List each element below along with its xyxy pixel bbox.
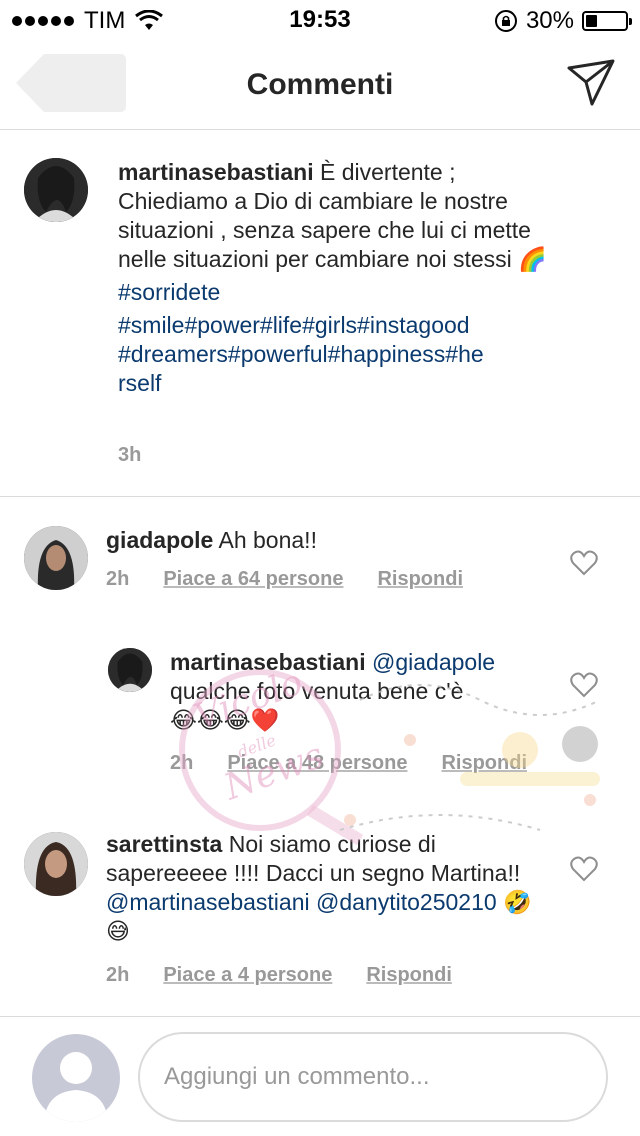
page-title: Commenti (246, 68, 394, 101)
heart-icon[interactable] (570, 672, 598, 698)
reply-button[interactable]: Rispondi (441, 752, 527, 775)
orientation-lock-icon (494, 10, 517, 32)
comment-input-placeholder: Aggiungi un commento... (164, 1063, 430, 1090)
comment-username[interactable]: giadapole (106, 527, 213, 553)
user-avatar[interactable] (32, 1034, 120, 1122)
status-bar: TIM 19:53 30% (0, 0, 640, 40)
timestamp: 3h (118, 444, 142, 466)
likes-link[interactable]: Piace a 64 persone (163, 568, 343, 591)
comment-text: qualche foto venuta bene c'è (170, 678, 464, 704)
comment-emojis: 😂😂😂❤️ (170, 707, 280, 733)
paper-plane-icon[interactable] (566, 58, 616, 108)
comment-giadapole: giadapole Ah bona!! (106, 526, 546, 555)
hashtag[interactable]: #smile#power#life#girls#instagood (118, 311, 548, 340)
divider (0, 496, 640, 497)
mention-link[interactable]: @giadapole (372, 649, 495, 675)
timestamp: 2h (170, 752, 194, 774)
timestamp: 2h (106, 964, 130, 986)
comment-meta: 2h Piace a 64 persone Rispondi (106, 568, 463, 591)
caption-username[interactable]: martinasebastiani (118, 159, 314, 185)
comment-meta: 2h Piace a 4 persone Rispondi (106, 964, 452, 987)
comment-sarettinsta: sarettinsta Noi siamo curiose di saperee… (106, 830, 546, 946)
comment-input[interactable]: Aggiungi un commento... (138, 1032, 608, 1122)
avatar[interactable] (24, 832, 88, 896)
likes-link[interactable]: Piace a 48 persone (227, 752, 407, 775)
comment-username[interactable]: sarettinsta (106, 831, 222, 857)
timestamp: 2h (106, 568, 130, 590)
nav-bar: Commenti (0, 40, 640, 130)
battery-percent: 30% (525, 7, 574, 34)
comment-username[interactable]: martinasebastiani (170, 649, 366, 675)
comment-reply-martinasebastiani: martinasebastiani @giadapole qualche fot… (170, 648, 550, 735)
avatar[interactable] (24, 526, 88, 590)
mention-link[interactable]: @danytito250210 (316, 889, 497, 915)
reply-button[interactable]: Rispondi (377, 568, 463, 591)
caption-comment: martinasebastiani È divertente ; Chiedia… (118, 158, 548, 398)
hashtag[interactable]: #dreamers#powerful#happiness#he (118, 340, 548, 369)
comment-meta: 2h Piace a 48 persone Rispondi (170, 752, 527, 775)
battery-fill (586, 15, 597, 27)
avatar[interactable] (108, 648, 152, 692)
battery-icon (582, 11, 632, 31)
status-right: 30% (494, 7, 632, 35)
caption-meta: 3h (118, 444, 141, 467)
reply-button[interactable]: Rispondi (366, 964, 452, 987)
hashtag[interactable]: #sorridete (118, 278, 548, 307)
heart-icon[interactable] (570, 550, 598, 576)
divider (0, 1016, 640, 1017)
avatar[interactable] (24, 158, 88, 222)
heart-icon[interactable] (570, 856, 598, 882)
likes-link[interactable]: Piace a 4 persone (163, 964, 332, 987)
mention-link[interactable]: @martinasebastiani (106, 889, 310, 915)
comment-text: Ah bona!! (218, 527, 317, 553)
hashtag[interactable]: rself (118, 369, 548, 398)
caption-text-block: martinasebastiani È divertente ; Chiedia… (118, 158, 548, 274)
